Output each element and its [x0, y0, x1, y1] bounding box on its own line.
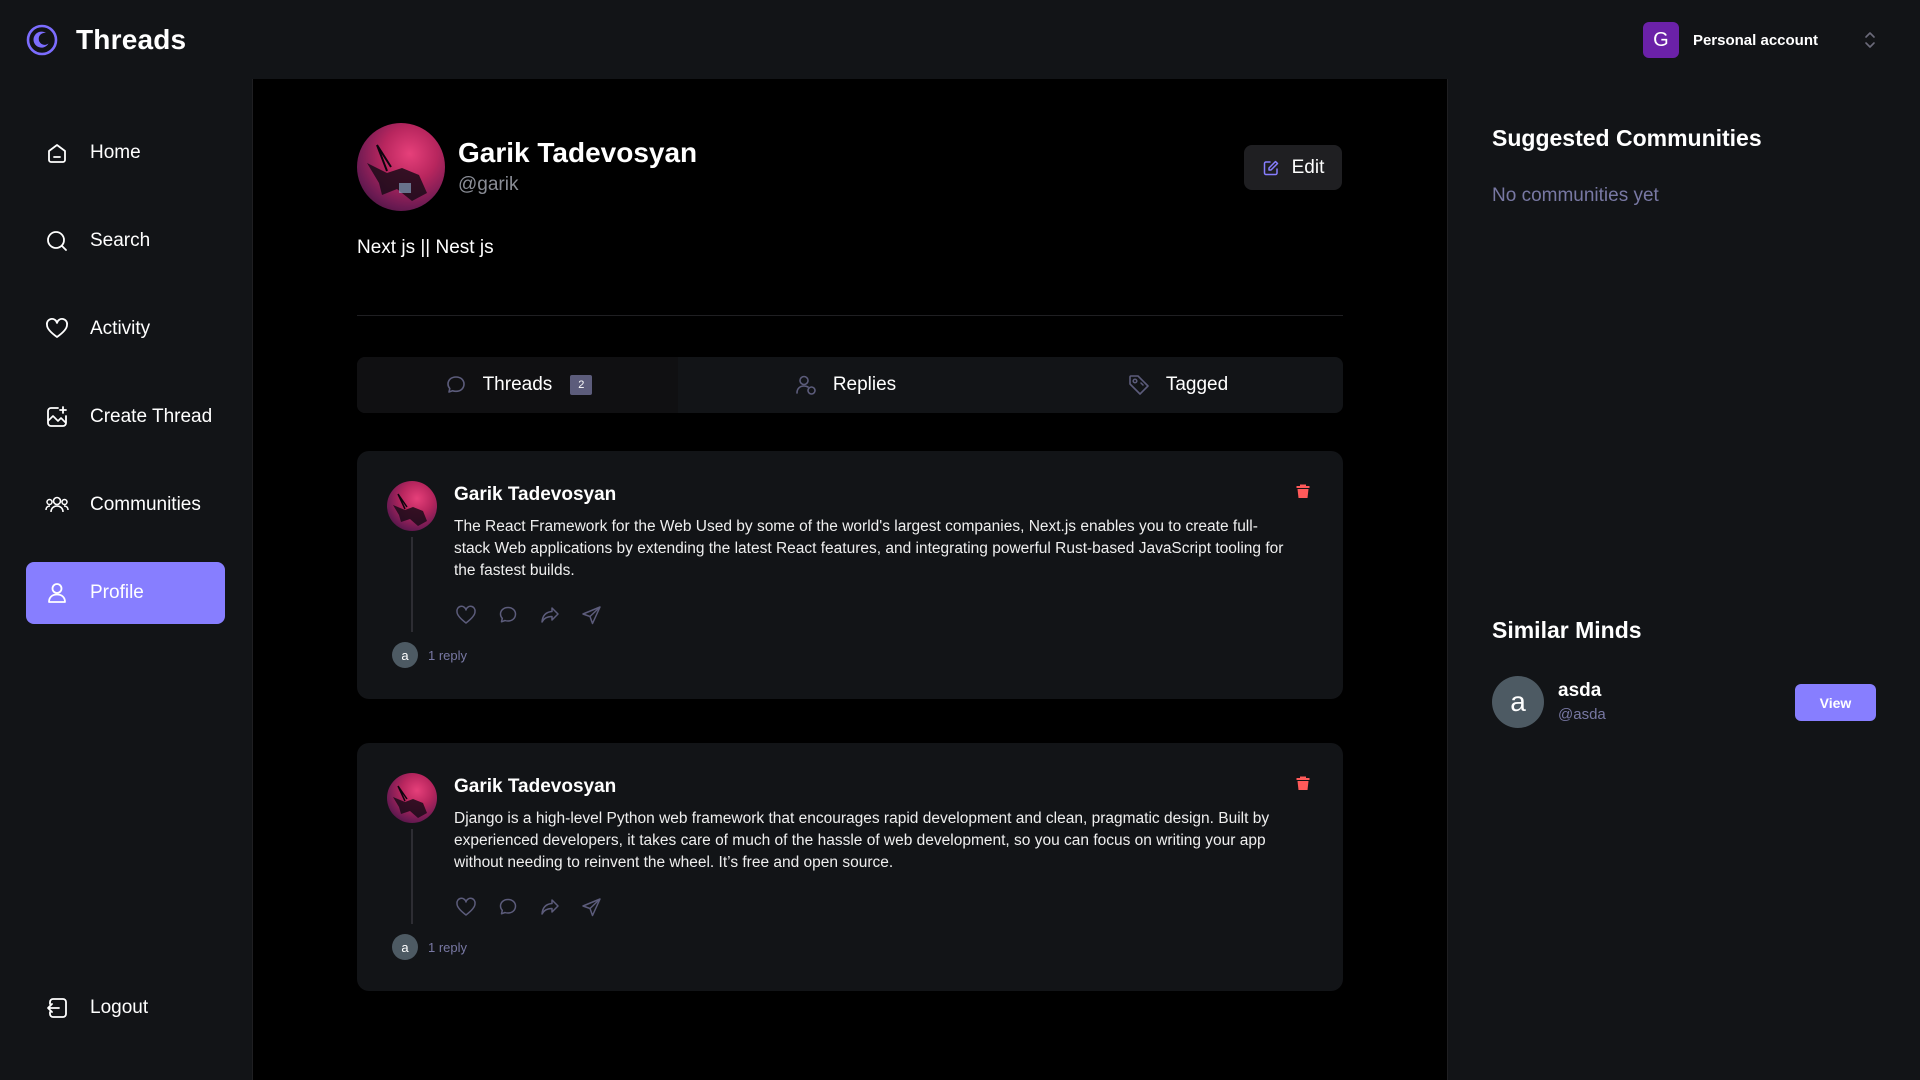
thread-line: [411, 537, 413, 632]
home-icon: [48, 144, 66, 163]
thread-text: The React Framework for the Web Used by …: [454, 518, 1284, 579]
tab-label: Tagged: [1165, 374, 1229, 395]
account-switcher[interactable]: G Personal account: [1642, 22, 1878, 58]
tab-label: Threads: [482, 374, 553, 395]
search-icon: [47, 231, 67, 251]
thread-replies[interactable]: a 1 reply: [392, 934, 467, 960]
user-handle: @asda: [1558, 706, 1606, 723]
divider: [357, 315, 1343, 316]
user-name: asda: [1558, 680, 1602, 701]
thread-actions: [454, 895, 604, 919]
avatar-art: [367, 144, 427, 201]
avatar-art: [393, 493, 427, 526]
app-title: Threads: [76, 23, 187, 55]
profile-name: Garik Tadevosyan: [458, 137, 698, 168]
left-sidebar: Home Search Activity Create Thread Commu…: [0, 79, 253, 1080]
repost-icon[interactable]: [538, 895, 562, 919]
thread-card: Garik Tadevosyan The React Framework for…: [357, 451, 1343, 699]
reply-avatar: a: [392, 934, 418, 960]
view-user-button[interactable]: View: [1795, 684, 1876, 721]
avatar-art: [393, 785, 427, 818]
tab-threads[interactable]: Threads 2: [357, 357, 678, 413]
similar-minds-title: Similar Minds: [1492, 617, 1642, 643]
sidebar-item-search[interactable]: Search: [26, 210, 225, 272]
logout-button[interactable]: Logout: [26, 977, 225, 1039]
chat-bubble-icon: [446, 376, 465, 393]
members-icon: [796, 375, 816, 395]
logout-icon: [47, 998, 67, 1018]
thread-actions: [454, 603, 604, 627]
sidebar-item-label: Home: [90, 142, 141, 163]
thread-card: Garik Tadevosyan Django is a high-level …: [357, 743, 1343, 991]
heart-icon: [46, 318, 68, 338]
sidebar-item-label: Activity: [90, 318, 151, 339]
user-avatar[interactable]: a: [1492, 676, 1544, 728]
reply-icon[interactable]: [496, 603, 520, 627]
account-avatar: G: [1642, 22, 1679, 58]
tab-replies[interactable]: Replies: [678, 357, 1011, 413]
thread-replies[interactable]: a 1 reply: [392, 642, 467, 668]
no-communities-text: No communities yet: [1492, 185, 1659, 206]
thread-line: [411, 829, 413, 924]
user-icon: [48, 583, 66, 603]
tab-count-badge: 2: [570, 375, 593, 395]
sidebar-item-communities[interactable]: Communities: [26, 474, 225, 536]
delete-icon[interactable]: [1294, 774, 1312, 792]
heart-icon[interactable]: [454, 603, 478, 627]
tag-icon: [1129, 375, 1149, 395]
create-thread-icon: [47, 406, 67, 427]
repost-icon[interactable]: [538, 603, 562, 627]
author-avatar[interactable]: [387, 773, 437, 823]
reply-count: 1 reply: [428, 647, 468, 663]
reply-avatar: a: [392, 642, 418, 668]
profile-main: Garik Tadevosyan @garik Edit Next js || …: [253, 79, 1447, 1080]
sidebar-item-label: Search: [90, 230, 151, 251]
edit-profile-button[interactable]: Edit: [1244, 145, 1342, 190]
account-label: Personal account: [1692, 31, 1818, 49]
sidebar-item-label: Communities: [90, 494, 201, 515]
thread-author[interactable]: Garik Tadevosyan: [454, 484, 616, 506]
reply-count: 1 reply: [428, 939, 468, 955]
reply-icon[interactable]: [496, 895, 520, 919]
chevron-up-down-icon: [1865, 32, 1875, 48]
top-bar: Threads G Personal account: [0, 0, 1920, 79]
edit-label: Edit: [1291, 156, 1325, 178]
thread-text: Django is a high-level Python web framew…: [454, 810, 1270, 871]
heart-icon[interactable]: [454, 895, 478, 919]
sidebar-item-home[interactable]: Home: [26, 122, 225, 184]
suggested-communities-title: Suggested Communities: [1492, 125, 1762, 151]
sidebar-item-activity[interactable]: Activity: [26, 298, 225, 360]
sidebar-item-label: Create Thread: [90, 406, 213, 427]
profile-avatar[interactable]: [357, 123, 445, 211]
author-avatar[interactable]: [387, 481, 437, 531]
sidebar-item-label: Profile: [90, 582, 144, 603]
app-logo[interactable]: Threads: [26, 24, 186, 56]
thread-author[interactable]: Garik Tadevosyan: [454, 776, 616, 798]
delete-icon[interactable]: [1294, 482, 1312, 500]
profile-handle: @garik: [458, 174, 519, 195]
sidebar-item-create-thread[interactable]: Create Thread: [26, 386, 225, 448]
communities-icon: [45, 496, 69, 513]
right-sidebar: Suggested Communities No communities yet…: [1447, 79, 1920, 1080]
logo-icon: [26, 24, 58, 55]
profile-bio: Next js || Nest js: [357, 237, 494, 258]
share-icon[interactable]: [580, 895, 604, 919]
share-icon[interactable]: [580, 603, 604, 627]
logout-label: Logout: [90, 997, 149, 1018]
tab-label: Replies: [832, 374, 897, 395]
edit-icon: [1263, 160, 1278, 175]
tab-tagged[interactable]: Tagged: [1011, 357, 1343, 413]
profile-tabs: Threads 2 Replies Tagged: [357, 357, 1343, 413]
sidebar-item-profile[interactable]: Profile: [26, 562, 225, 624]
